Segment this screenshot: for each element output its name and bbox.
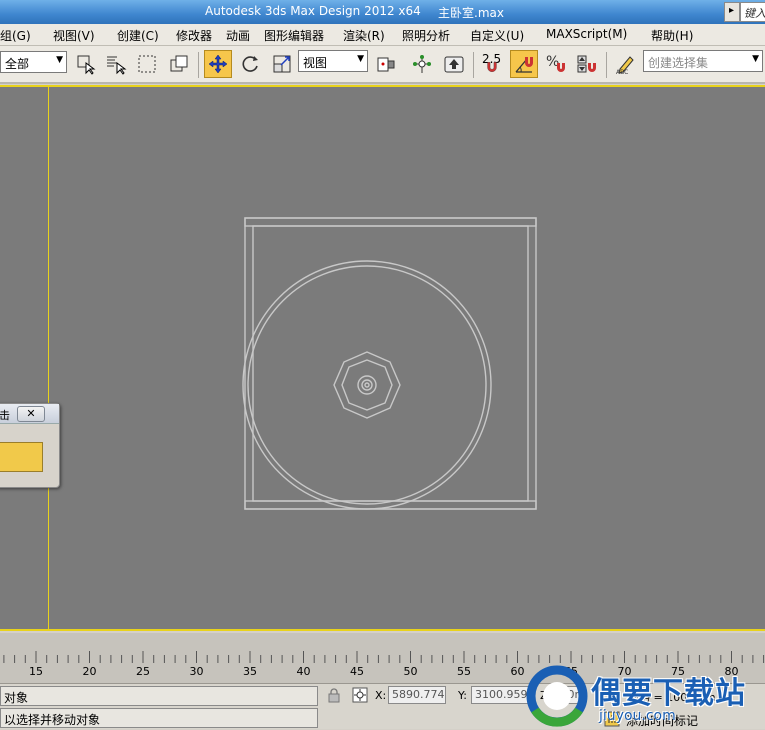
angle-snap-icon	[515, 57, 533, 73]
ruler-tick-label: 60	[510, 665, 525, 678]
color-swatch[interactable]	[0, 442, 43, 472]
menu-modifiers[interactable]: 修改器	[176, 27, 212, 44]
selection-region-button[interactable]	[133, 50, 161, 78]
watermark-title: 偶要下载站	[591, 676, 746, 711]
rotate-icon	[242, 56, 258, 72]
reference-coordinate-dropdown[interactable]: 视图 ▼	[298, 50, 368, 72]
window-crossing-icon	[170, 55, 188, 72]
floating-dialog: 击 ✕	[0, 403, 60, 488]
app-title: Autodesk 3ds Max Design 2012 x64	[205, 4, 421, 18]
angle-snap-button[interactable]	[510, 50, 538, 78]
close-icon[interactable]: ✕	[17, 406, 45, 422]
menu-customize[interactable]: 自定义(U)	[470, 27, 524, 44]
hub-outer-octagon[interactable]	[333, 351, 401, 419]
selection-filter-dropdown[interactable]: 全部 ▼	[0, 51, 67, 73]
ruler-tick-label: 40	[296, 665, 311, 678]
rectangle-selection-icon	[138, 55, 156, 73]
move-icon	[208, 54, 228, 74]
named-selection-value: 创建选择集	[648, 56, 709, 70]
hub-center-inner[interactable]	[361, 379, 373, 391]
watermark-url: jiuyou.com	[599, 708, 676, 724]
select-object-icon	[77, 55, 96, 75]
file-name: 主卧室.max	[438, 6, 504, 20]
help-dropdown-button[interactable]: ▸	[724, 2, 740, 22]
ruler-tick-label: 20	[82, 665, 97, 678]
spinner-snap-button[interactable]	[573, 50, 601, 78]
y-coordinate-field[interactable]: 3100.959m	[471, 686, 529, 704]
prompt-line: 以选择并移动对象	[0, 708, 318, 728]
spinner-snap-icon	[577, 55, 596, 73]
hub-center-outer[interactable]	[357, 375, 377, 395]
chevron-right-icon: ▸	[729, 5, 735, 16]
menu-group[interactable]: 组(G)	[0, 27, 31, 44]
menu-help[interactable]: 帮助(H)	[651, 27, 693, 44]
menu-bar: 组(G) 视图(V) 创建(C) 修改器 动画 图形编辑器 渲染(R) 照明分析…	[0, 24, 765, 46]
scale-icon	[273, 55, 291, 73]
select-and-scale-button[interactable]	[268, 50, 296, 78]
hub-center-dot[interactable]	[364, 382, 370, 388]
select-and-rotate-button[interactable]	[236, 50, 264, 78]
ruler-tick-label: 35	[243, 665, 257, 678]
absolute-mode-icon[interactable]	[352, 687, 368, 703]
select-by-name-icon	[107, 56, 127, 75]
menu-views[interactable]: 视图(V)	[53, 27, 95, 44]
watermark-logo-icon	[526, 665, 588, 727]
edit-named-selection-button[interactable]: ABC	[611, 50, 639, 78]
ruler-tick-label: 50	[403, 665, 418, 678]
toolbar-separator	[198, 52, 199, 78]
disk-inner-circle[interactable]	[247, 265, 487, 505]
keyboard-shortcut-override-button[interactable]	[440, 50, 468, 78]
ruler-tick-label: 15	[29, 665, 43, 678]
toolbar-separator	[473, 52, 474, 78]
menu-maxscript[interactable]: MAXScript(M)	[546, 27, 627, 41]
lock-icon[interactable]	[326, 687, 342, 703]
menu-rendering[interactable]: 渲染(R)	[343, 27, 385, 44]
percent-snap-icon: %	[546, 54, 565, 72]
snaps-toggle-button[interactable]: 2.5	[478, 50, 506, 78]
pivot-center-icon	[377, 57, 395, 72]
viewport[interactable]	[0, 85, 765, 631]
magnet-icon	[487, 62, 497, 72]
site-watermark: 偶要下载站 jiuyou.com	[525, 662, 765, 729]
pivot-center-button[interactable]	[372, 50, 400, 78]
title-bar: Autodesk 3ds Max Design 2012 x64 主卧室.max…	[0, 0, 765, 24]
menu-create[interactable]: 创建(C)	[117, 27, 159, 44]
dialog-title: 击	[0, 409, 10, 422]
main-toolbar: 全部 ▼ 视图 ▼ 2.5 % ABC 创建选择集 ▼	[0, 46, 765, 84]
x-coordinate-field[interactable]: 5890.774m	[388, 686, 446, 704]
menu-graph-editors[interactable]: 图形编辑器	[264, 27, 324, 44]
select-by-name-button[interactable]	[102, 50, 130, 78]
disk-outer-circle[interactable]	[242, 260, 492, 510]
manipulate-icon	[413, 55, 431, 73]
menu-lighting-analysis[interactable]: 照明分析	[402, 27, 450, 44]
select-and-move-button[interactable]	[204, 50, 232, 78]
x-coordinate-label: X:	[375, 689, 387, 702]
chevron-down-icon: ▼	[56, 55, 63, 65]
hub-inner-octagon[interactable]	[341, 359, 393, 411]
pencil-icon: ABC	[616, 56, 634, 75]
ruler-tick-label: 45	[350, 665, 364, 678]
menu-animation[interactable]: 动画	[226, 27, 250, 44]
ruler-tick-label: 25	[136, 665, 150, 678]
select-and-manipulate-button[interactable]	[408, 50, 436, 78]
ruler-tick-label: 30	[189, 665, 204, 678]
box-top-rim[interactable]	[244, 217, 537, 227]
wireframe-scene	[242, 217, 537, 510]
select-object-button[interactable]	[72, 50, 100, 78]
chevron-down-icon: ▼	[357, 54, 364, 64]
dialog-title-bar[interactable]: 击 ✕	[0, 404, 59, 424]
search-input[interactable]: 键入	[740, 2, 765, 22]
named-selection-dropdown[interactable]: 创建选择集 ▼	[643, 50, 763, 72]
chevron-down-icon: ▼	[752, 54, 759, 64]
upload-arrow-icon	[444, 56, 464, 73]
reference-coordinate-value: 视图	[303, 56, 328, 70]
selection-status-field: 对象	[0, 686, 318, 706]
y-coordinate-label: Y:	[458, 689, 467, 702]
svg-text:ABC: ABC	[616, 69, 628, 75]
window-crossing-button[interactable]	[165, 50, 193, 78]
percent-snap-button[interactable]: %	[542, 50, 570, 78]
ruler-tick-label: 55	[457, 665, 471, 678]
toolbar-separator	[606, 52, 607, 78]
selection-filter-value: 全部	[5, 57, 30, 71]
